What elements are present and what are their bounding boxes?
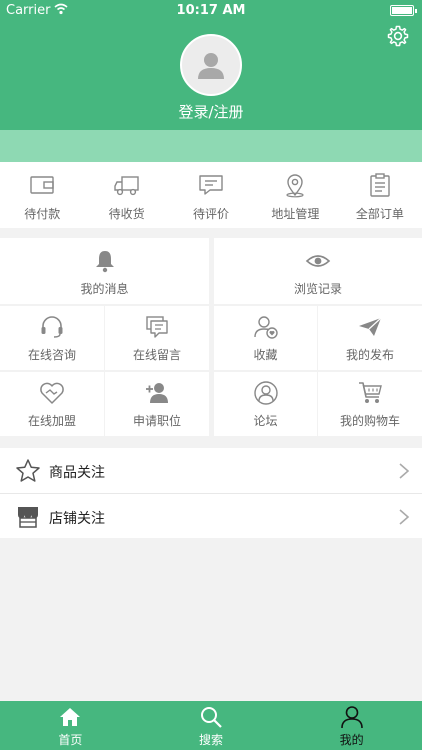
follow-list: 商品关注 店铺关注 [0, 448, 422, 538]
user-silhouette-icon [198, 53, 224, 79]
chevron-right-icon [399, 463, 410, 479]
paper-plane-icon [359, 317, 382, 336]
cell-label: 论坛 [253, 414, 278, 428]
battery-icon [390, 5, 417, 16]
profile-page: Carrier 10:17 AM 登录/注册 待付款 待收货 待评价 地址管理 … [0, 0, 422, 750]
order-label: 待收货 [108, 207, 145, 221]
order-label: 全部订单 [355, 207, 404, 221]
tab-bar: 首页 搜索 我的 [0, 701, 422, 750]
location-pin-icon [286, 174, 305, 198]
forum-cell[interactable]: 论坛 [214, 372, 317, 436]
order-pending-payment[interactable]: 待付款 [0, 162, 84, 228]
row-label: 商品关注 [49, 465, 105, 481]
user-heart-icon [253, 316, 278, 339]
person-icon [340, 706, 363, 729]
cell-label: 浏览记录 [293, 282, 342, 296]
handshake-heart-icon [40, 382, 64, 404]
order-pending-receipt[interactable]: 待收货 [84, 162, 168, 228]
login-register-link[interactable]: 登录/注册 [0, 101, 422, 122]
headset-icon [41, 316, 63, 338]
cell-label: 我的消息 [80, 282, 129, 296]
my-messages-cell[interactable]: 我的消息 [0, 238, 209, 304]
store-icon [18, 507, 38, 528]
leave-message-cell[interactable]: 在线留言 [105, 306, 209, 370]
order-label: 待评价 [193, 207, 230, 221]
favorites-cell[interactable]: 收藏 [214, 306, 317, 370]
store-follow-row[interactable]: 店铺关注 [0, 493, 422, 538]
all-orders[interactable]: 全部订单 [338, 162, 422, 228]
header-band [0, 130, 422, 162]
cell-label: 在线留言 [132, 348, 181, 362]
avatar[interactable] [180, 34, 242, 96]
online-consult-cell[interactable]: 在线咨询 [0, 306, 104, 370]
tab-label: 首页 [58, 733, 83, 747]
eye-icon [305, 255, 331, 267]
wallet-icon [30, 176, 54, 194]
order-label: 地址管理 [271, 207, 320, 221]
message-board-icon [146, 316, 168, 338]
browse-history-cell[interactable]: 浏览记录 [214, 238, 422, 304]
address-management[interactable]: 地址管理 [253, 162, 337, 228]
cell-label: 我的购物车 [339, 414, 400, 428]
status-bar: Carrier 10:17 AM [0, 0, 422, 22]
gear-icon[interactable] [386, 24, 410, 48]
user-circle-icon [253, 381, 278, 405]
tab-home[interactable]: 首页 [0, 701, 141, 750]
truck-icon [113, 176, 139, 196]
order-label: 待付款 [24, 207, 61, 221]
bell-icon [95, 251, 114, 273]
my-posts-cell[interactable]: 我的发布 [318, 306, 422, 370]
clipboard-icon [370, 173, 390, 197]
home-icon [60, 708, 81, 726]
cell-label: 在线加盟 [27, 414, 76, 428]
cell-label: 收藏 [253, 348, 278, 362]
chevron-right-icon [399, 509, 410, 525]
tab-mine[interactable]: 我的 [281, 701, 422, 750]
order-pending-review[interactable]: 待评价 [169, 162, 253, 228]
row-label: 店铺关注 [49, 511, 105, 527]
shopping-cart-cell[interactable]: 我的购物车 [318, 372, 422, 436]
clock: 10:17 AM [176, 3, 246, 18]
tab-label: 搜索 [199, 733, 224, 747]
product-follow-row[interactable]: 商品关注 [0, 448, 422, 493]
tab-label: 我的 [339, 733, 364, 747]
cell-label: 我的发布 [345, 348, 394, 362]
add-user-icon [146, 383, 168, 403]
tab-search[interactable]: 搜索 [141, 701, 282, 750]
profile-header: 登录/注册 [0, 22, 422, 130]
search-icon [201, 707, 222, 728]
cell-label: 申请职位 [132, 414, 181, 428]
comment-icon [199, 175, 223, 195]
star-icon [16, 459, 40, 482]
apply-job-cell[interactable]: 申请职位 [105, 372, 209, 436]
order-status-bar: 待付款 待收货 待评价 地址管理 全部订单 [0, 162, 422, 228]
shopping-cart-icon [359, 382, 382, 403]
online-join-cell[interactable]: 在线加盟 [0, 372, 104, 436]
services-grid: 我的消息 浏览记录 在线咨询 在线留言 收藏 我的发布 在线加盟 申请职位 论坛… [0, 238, 422, 436]
cell-label: 在线咨询 [27, 348, 76, 362]
